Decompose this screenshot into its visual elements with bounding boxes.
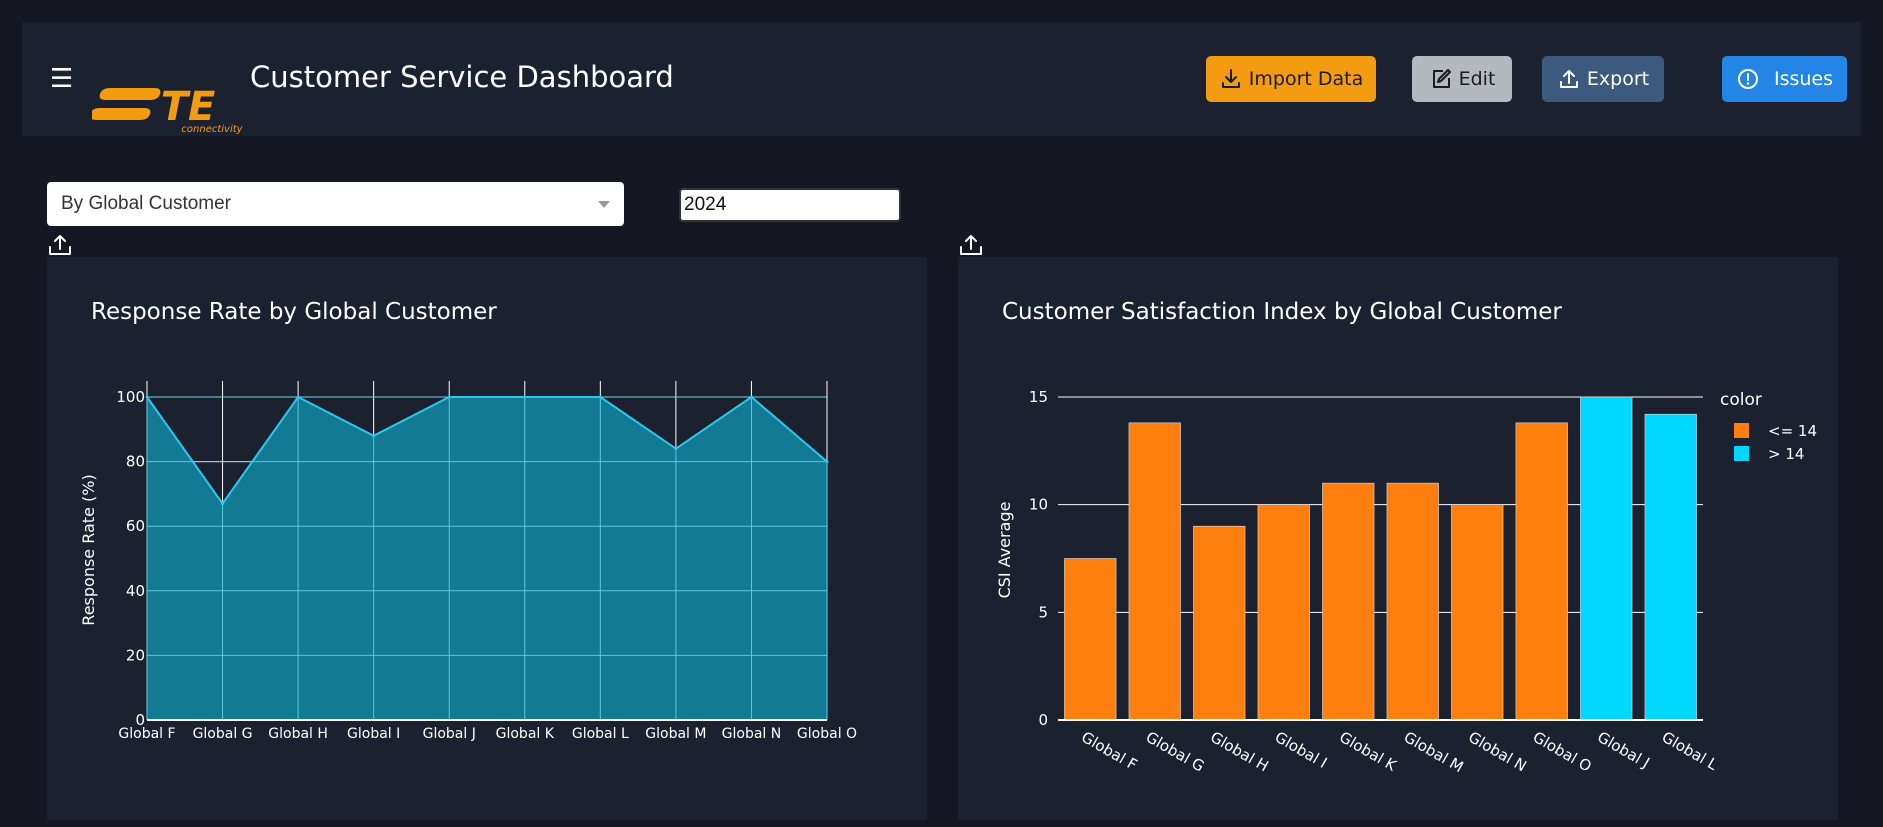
area-fill xyxy=(147,397,827,720)
share-icon[interactable] xyxy=(958,233,984,257)
page-title: Customer Service Dashboard xyxy=(250,60,674,94)
bar xyxy=(1386,482,1439,721)
x-tick-label: Global K xyxy=(496,726,555,742)
edit-icon xyxy=(1432,69,1451,88)
data-point xyxy=(674,447,678,451)
x-tick-label: Global H xyxy=(1207,728,1271,776)
data-point xyxy=(598,395,602,399)
x-tick-label: Global J xyxy=(1594,728,1652,772)
import-data-button[interactable]: Import Data xyxy=(1206,56,1376,102)
data-point xyxy=(221,502,225,506)
x-tick-label: Global F xyxy=(1078,728,1140,774)
bar xyxy=(1193,525,1246,721)
y-tick-label: 10 xyxy=(1029,496,1048,514)
y-tick-label: 100 xyxy=(116,388,145,406)
bar xyxy=(1580,396,1633,721)
download-icon xyxy=(1221,69,1240,88)
x-tick-label: Global J xyxy=(423,726,476,742)
year-input[interactable]: 2024 xyxy=(679,188,901,222)
legend-title: color xyxy=(1720,390,1762,410)
x-tick-label: Global L xyxy=(572,726,629,742)
bar xyxy=(1451,504,1504,721)
chart-title: Customer Satisfaction Index by Global Cu… xyxy=(1002,299,1562,325)
y-tick-label: 5 xyxy=(1038,603,1048,621)
alert-circle-icon xyxy=(1737,69,1758,89)
group-by-dropdown[interactable]: By Global Customer xyxy=(47,182,624,226)
y-tick-label: 60 xyxy=(126,517,145,535)
y-axis-label: CSI Average xyxy=(995,502,1014,599)
issues-button[interactable]: Issues xyxy=(1722,56,1847,102)
legend-label[interactable]: <= 14 xyxy=(1768,422,1817,440)
group-by-value: By Global Customer xyxy=(61,193,232,214)
y-axis-label: Response Rate (%) xyxy=(79,474,98,625)
bar xyxy=(1515,422,1568,721)
upload-icon xyxy=(1559,70,1578,88)
data-point xyxy=(372,434,376,438)
x-tick-label: Global I xyxy=(347,726,400,742)
data-point xyxy=(145,395,149,399)
x-tick-label: Global M xyxy=(645,726,706,742)
x-tick-label: Global F xyxy=(118,726,175,742)
y-tick-label: 0 xyxy=(1038,711,1048,729)
x-tick-label: Global O xyxy=(797,726,857,742)
bar xyxy=(1644,413,1697,721)
bar xyxy=(1064,558,1117,721)
data-point xyxy=(296,395,300,399)
x-tick-label: Global O xyxy=(1530,728,1595,776)
x-tick-label: Global M xyxy=(1401,728,1467,776)
response-rate-chart-panel: Response Rate by Global Customer 0 20 40 60… xyxy=(47,257,927,820)
data-point xyxy=(825,460,829,464)
y-tick-label: 40 xyxy=(126,582,145,600)
logo-subtext: connectivity xyxy=(181,124,243,134)
edit-button[interactable]: Edit xyxy=(1412,56,1512,102)
bar xyxy=(1322,482,1375,721)
x-tick-label: Global L xyxy=(1659,728,1721,774)
hamburger-icon[interactable]: ☰ xyxy=(50,66,73,92)
import-data-label: Import Data xyxy=(1248,68,1364,90)
csi-chart: Customer Satisfaction Index by Global Cu… xyxy=(995,299,1817,776)
x-tick-label: Global I xyxy=(1272,728,1330,772)
data-point xyxy=(447,395,451,399)
legend-swatch[interactable] xyxy=(1734,446,1749,461)
edit-label: Edit xyxy=(1458,68,1496,90)
y-tick-label: 20 xyxy=(126,646,145,664)
data-point xyxy=(749,395,753,399)
te-connectivity-logo: TE connectivity xyxy=(92,84,244,134)
x-tick-label: Global H xyxy=(268,726,328,742)
y-tick-label: 15 xyxy=(1029,388,1048,406)
chart-title: Response Rate by Global Customer xyxy=(91,299,497,325)
legend-label[interactable]: > 14 xyxy=(1768,445,1804,463)
y-tick-label: 80 xyxy=(126,453,145,471)
export-label: Export xyxy=(1586,68,1650,90)
bar xyxy=(1257,504,1310,721)
x-tick-label: Global N xyxy=(1465,728,1529,776)
data-point xyxy=(523,395,527,399)
app-header: ☰ TE connectivity Customer Service Dashb… xyxy=(22,22,1861,136)
chevron-down-icon xyxy=(598,201,610,208)
share-icon[interactable] xyxy=(47,233,73,257)
issues-label: Issues xyxy=(1773,68,1834,90)
bar xyxy=(1128,422,1181,721)
export-button[interactable]: Export xyxy=(1542,56,1664,102)
x-tick-label: Global N xyxy=(722,726,782,742)
x-tick-label: Global G xyxy=(1143,728,1208,776)
x-tick-label: Global G xyxy=(193,726,253,742)
legend-swatch[interactable] xyxy=(1734,423,1749,438)
response-rate-chart: Response Rate by Global Customer 0204060… xyxy=(79,299,857,742)
csi-chart-panel: Customer Satisfaction Index by Global Cu… xyxy=(958,257,1838,820)
x-tick-label: Global K xyxy=(1336,728,1400,775)
